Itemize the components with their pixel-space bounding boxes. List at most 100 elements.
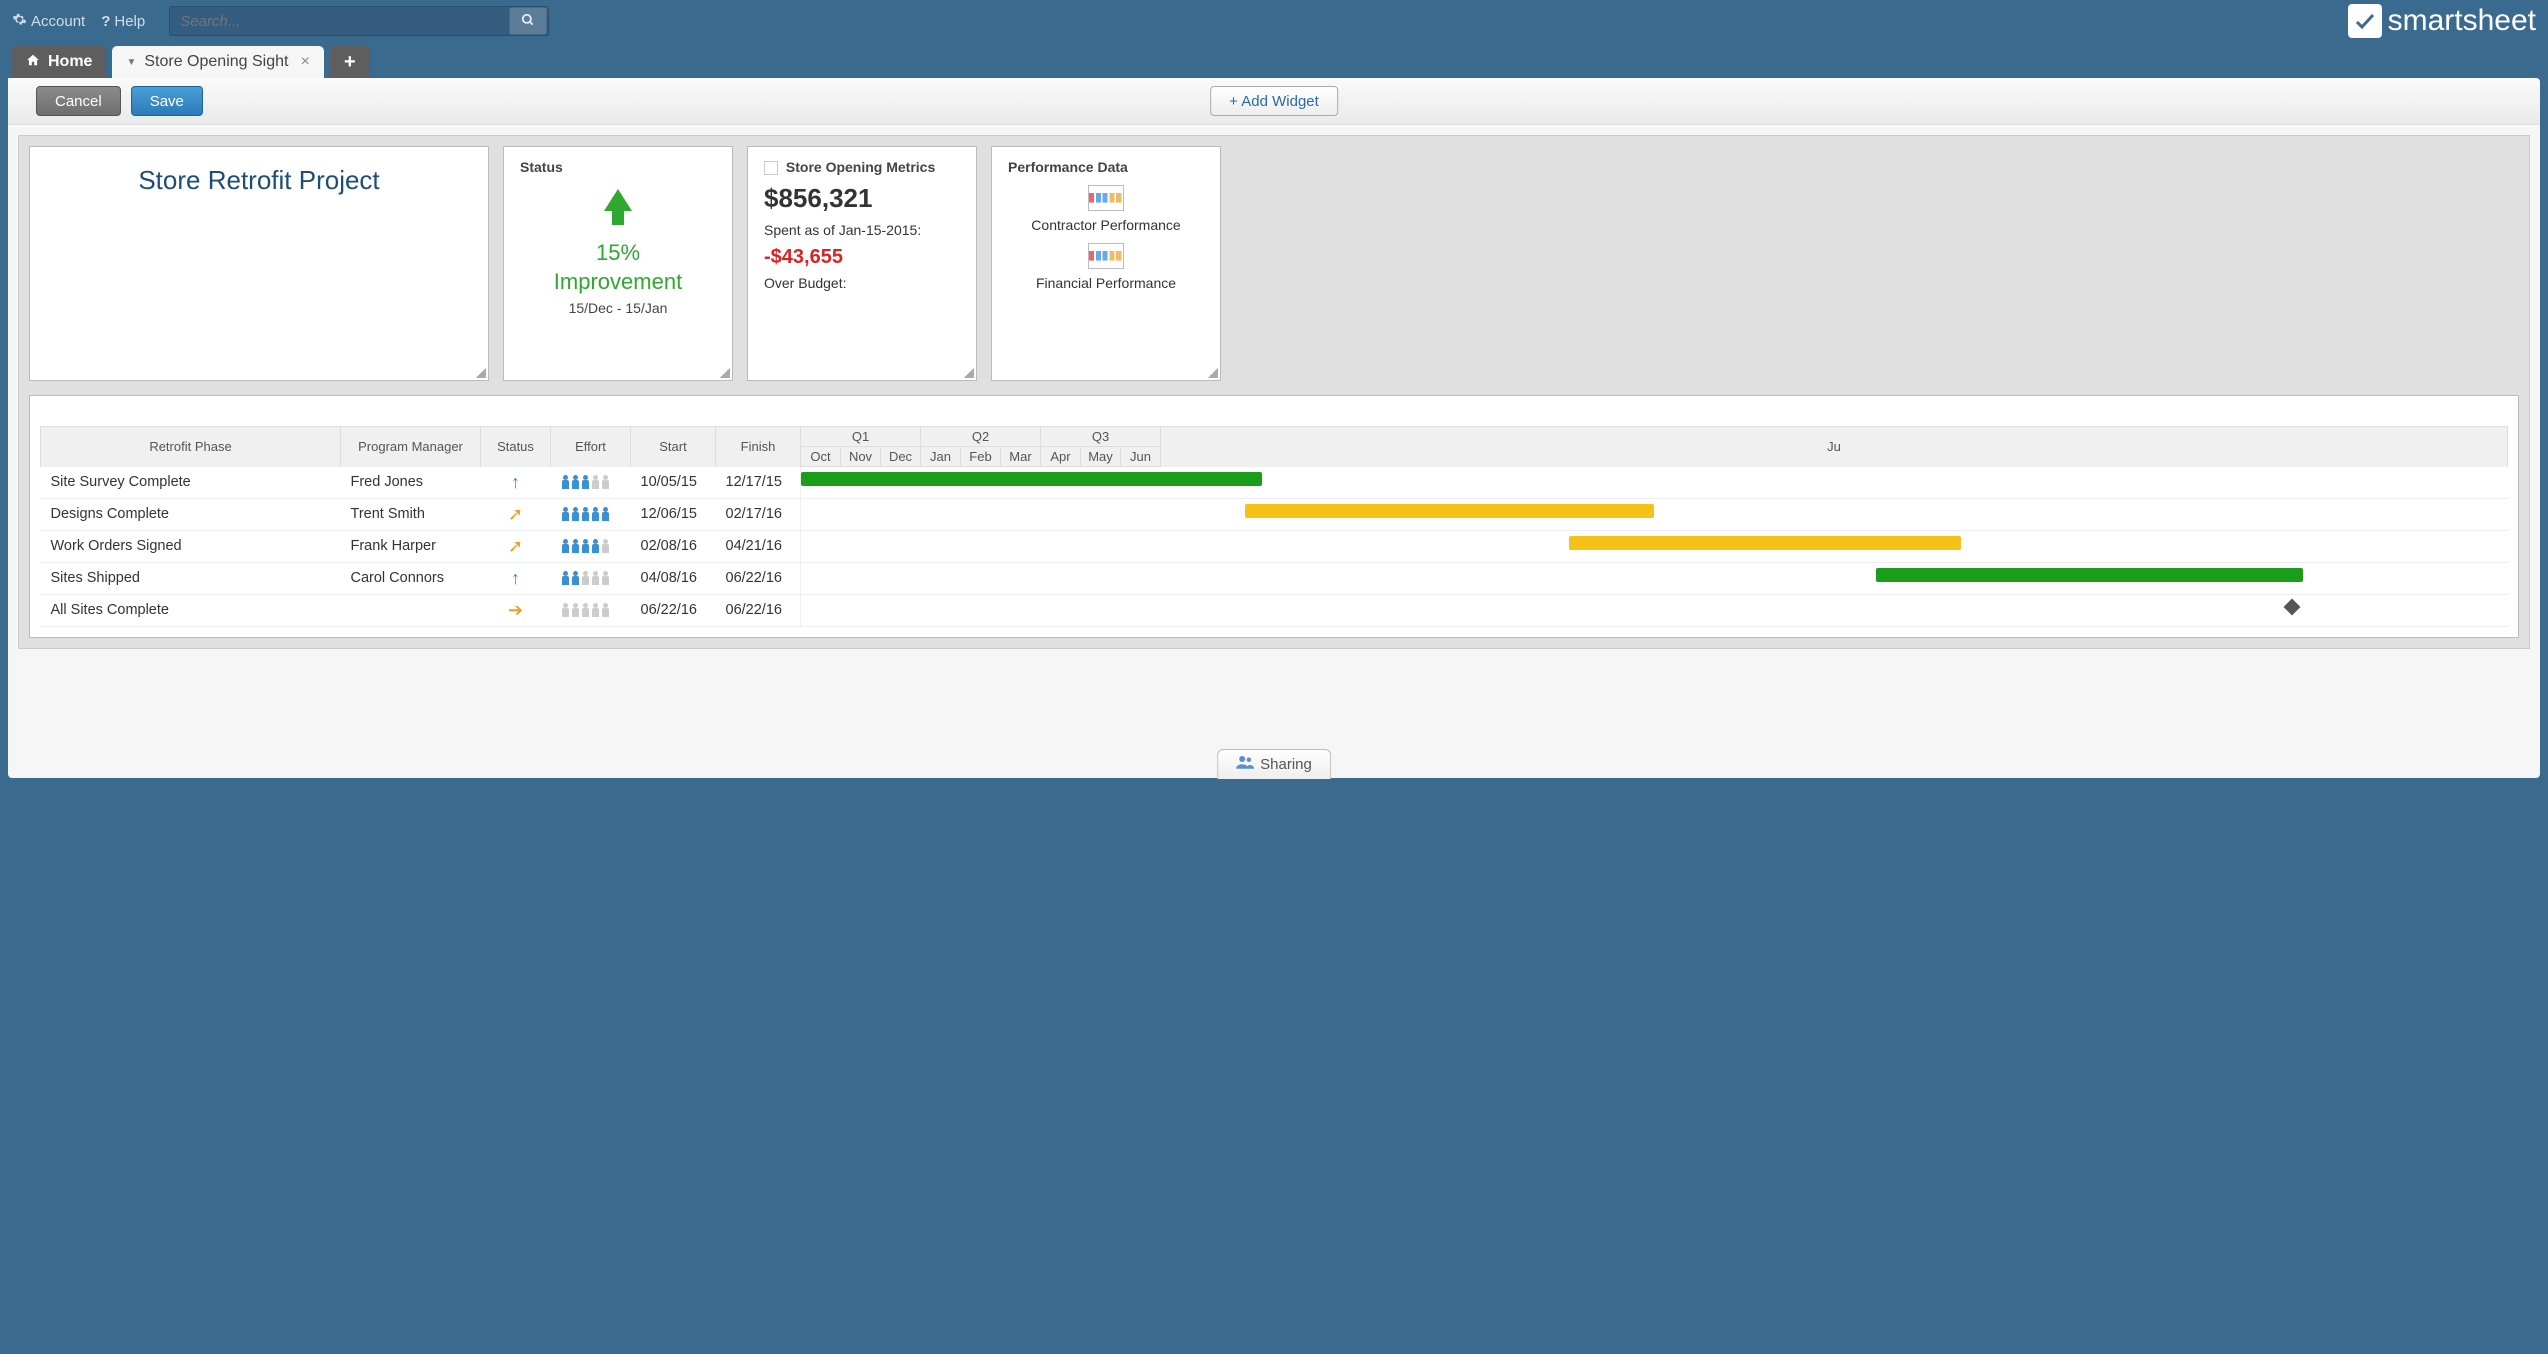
tab-label: Store Opening Sight [144,53,288,71]
resize-handle-icon[interactable] [964,368,974,378]
milestone-diamond-icon[interactable] [2283,598,2300,615]
cell-finish: 06/22/16 [716,562,801,594]
new-tab-button[interactable]: + [330,46,370,78]
cell-phase: Site Survey Complete [41,467,341,499]
metrics-over-label: Over Budget: [764,275,960,291]
table-row[interactable]: Site Survey CompleteFred Jones↑10/05/151… [41,467,2508,499]
widget-performance[interactable]: Performance Data Contractor Performance … [991,146,1221,381]
resize-handle-icon[interactable] [720,368,730,378]
sharing-button[interactable]: Sharing [1217,749,1331,779]
col-effort[interactable]: Effort [551,427,631,467]
account-link[interactable]: Account [12,12,85,31]
cell-pm [341,594,481,626]
project-title: Store Retrofit Project [138,165,379,368]
col-q2: Q2 [921,427,1041,447]
person-icon [591,603,600,617]
col-q1: Q1 [801,427,921,447]
brand-logo: smartsheet [2348,4,2536,38]
gantt-table: Retrofit Phase Program Manager Status Ef… [40,426,2508,627]
search-input[interactable] [170,13,509,30]
help-link[interactable]: ? Help [101,13,145,30]
cell-phase: Sites Shipped [41,562,341,594]
effort-indicator [561,539,621,553]
logo-mark-icon [2348,4,2382,38]
person-icon [591,539,600,553]
table-row[interactable]: Work Orders SignedFrank Harper➚02/08/160… [41,530,2508,562]
status-daterange: 15/Dec - 15/Jan [520,300,716,316]
sharing-label: Sharing [1260,756,1312,773]
gantt-bar[interactable] [1245,504,1655,518]
arrow-up-icon: ↑ [511,568,520,588]
person-icon [571,475,580,489]
col-phase[interactable]: Retrofit Phase [41,427,341,467]
widget-status[interactable]: Status 15% Improvement 15/Dec - 15/Jan [503,146,733,381]
main-panel: Cancel Save + Add Widget Store Retrofit … [8,78,2540,778]
col-month-0: Oct [801,447,841,467]
report-icon [1088,243,1124,269]
col-pm[interactable]: Program Manager [341,427,481,467]
metrics-header-text: Store Opening Metrics [786,159,935,175]
tab-store-opening[interactable]: ▼ Store Opening Sight × [112,46,323,78]
widget-gantt[interactable]: Retrofit Phase Program Manager Status Ef… [29,395,2519,638]
table-row[interactable]: All Sites Complete➔06/22/1606/22/16 [41,594,2508,626]
tabbar: Home ▼ Store Opening Sight × + [0,42,2548,78]
close-icon[interactable]: × [300,53,309,71]
col-q3: Q3 [1041,427,1161,447]
col-status[interactable]: Status [481,427,551,467]
gantt-timeline-cell [801,594,2508,626]
person-icon [591,571,600,585]
perf-item-financial[interactable]: Financial Performance [1008,243,1204,291]
gantt-bar[interactable] [1569,536,1961,550]
person-icon [591,507,600,521]
gantt-timeline-cell [801,467,2508,499]
widget-metrics[interactable]: Store Opening Metrics $856,321 Spent as … [747,146,977,381]
resize-handle-icon[interactable] [476,368,486,378]
cell-finish: 12/17/15 [716,467,801,499]
col-finish[interactable]: Finish [716,427,801,467]
perf-label-2: Financial Performance [1008,275,1204,291]
cell-pm: Frank Harper [341,530,481,562]
gantt-timeline-cell [801,530,2508,562]
person-icon [571,539,580,553]
topbar: Account ? Help smartsheet [0,0,2548,42]
person-icon [601,539,610,553]
home-icon [26,53,40,72]
gantt-bar[interactable] [801,472,1262,486]
add-widget-button[interactable]: + Add Widget [1210,86,1338,116]
person-icon [581,475,590,489]
report-icon [1088,185,1124,211]
person-icon [581,507,590,521]
chevron-down-icon[interactable]: ▼ [126,57,136,68]
col-start[interactable]: Start [631,427,716,467]
search-button[interactable] [509,7,547,35]
gantt-bar[interactable] [1876,568,2303,582]
person-icon [561,475,570,489]
resize-handle-icon[interactable] [1208,368,1218,378]
cell-start: 12/06/15 [631,498,716,530]
gear-icon [12,12,27,31]
table-row[interactable]: Sites ShippedCarol Connors↑04/08/1606/22… [41,562,2508,594]
home-tab[interactable]: Home [12,46,106,78]
search-icon [521,13,535,30]
cancel-button[interactable]: Cancel [36,86,121,116]
status-header: Status [520,159,716,175]
table-row[interactable]: Designs CompleteTrent Smith➚12/06/1502/1… [41,498,2508,530]
col-month-3: Jan [921,447,961,467]
person-icon [601,603,610,617]
person-icon [591,475,600,489]
cell-start: 06/22/16 [631,594,716,626]
people-icon [1236,755,1254,774]
widget-row-top: Store Retrofit Project Status 15% Improv… [29,146,2519,381]
perf-label-1: Contractor Performance [1008,217,1204,233]
cell-finish: 06/22/16 [716,594,801,626]
person-icon [581,603,590,617]
arrow-right-icon: ➔ [508,600,523,620]
effort-indicator [561,603,621,617]
widget-title[interactable]: Store Retrofit Project [29,146,489,381]
status-pct: 15% [596,240,640,265]
gantt-timeline-cell [801,498,2508,530]
person-icon [561,571,570,585]
cell-start: 04/08/16 [631,562,716,594]
perf-item-contractor[interactable]: Contractor Performance [1008,185,1204,233]
save-button[interactable]: Save [131,86,203,116]
